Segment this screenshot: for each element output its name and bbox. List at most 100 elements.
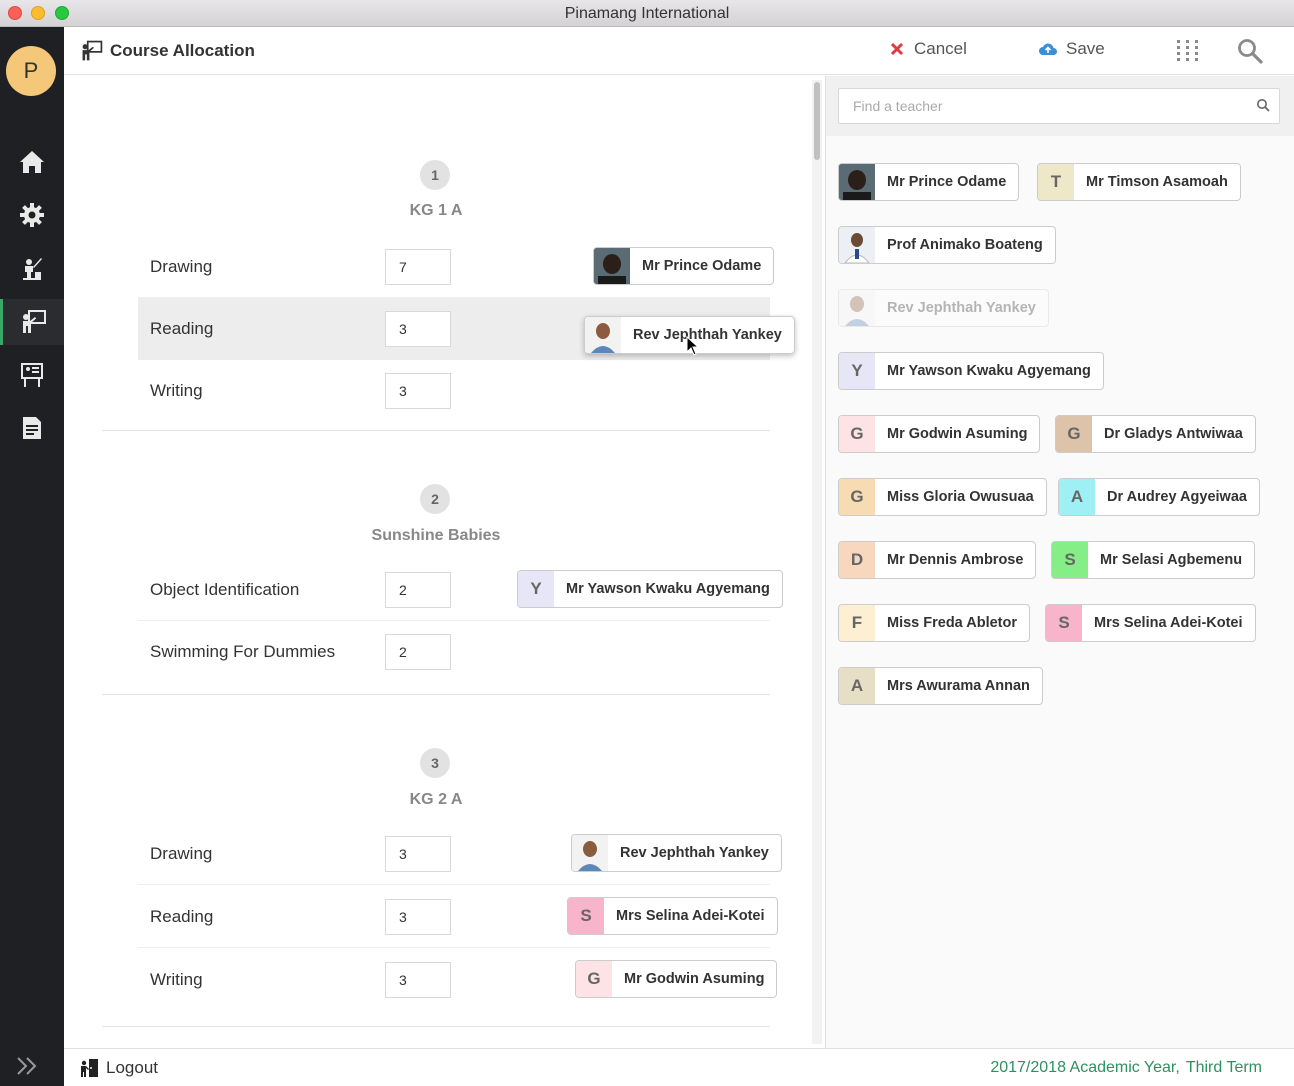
expand-sidebar-icon[interactable] [14, 1054, 42, 1078]
course-name: Reading [150, 907, 214, 926]
teacher-chip[interactable]: T Mr Timson Asamoah [1037, 163, 1241, 201]
page-title: Course Allocation [110, 41, 255, 60]
sidebar-item-settings[interactable] [0, 192, 64, 238]
assigned-teacher-chip[interactable]: Rev Jephthah Yankey [571, 834, 782, 872]
teacher-name: Mr Prince Odame [642, 258, 762, 274]
app-header: Course Allocation Cancel Save [64, 27, 1294, 75]
academic-year: 2017/2018 Academic Year, [990, 1059, 1180, 1076]
teacher-chip[interactable]: A Dr Audrey Agyeiwaa [1058, 478, 1260, 516]
teacher-name: Mr Dennis Ambrose [887, 552, 1024, 568]
teacher-initial: A [1059, 479, 1095, 515]
course-name: Drawing [150, 844, 213, 863]
course-periods-input[interactable]: 2 [385, 572, 451, 608]
teacher-search-input[interactable]: Find a teacher [838, 88, 1280, 124]
assigned-teacher-chip[interactable]: S Mrs Selina Adei-Kotei [567, 897, 778, 935]
teacher-name: Mr Yawson Kwaku Agyemang [887, 363, 1091, 379]
teacher-icon [23, 258, 42, 280]
cloud-upload-icon [1039, 43, 1057, 55]
sidebar-item-board[interactable] [0, 352, 64, 398]
sidebar: P [0, 27, 64, 1086]
teacher-name: Mr Timson Asamoah [1086, 174, 1228, 190]
teacher-chip[interactable]: G Dr Gladys Antwiwaa [1055, 415, 1256, 453]
course-row: Drawing 3 Rev Jephthah Yankey [138, 823, 782, 885]
scrollbar-track[interactable] [812, 80, 822, 1044]
course-periods-input[interactable]: 3 [385, 962, 451, 998]
teacher-chip[interactable]: G Miss Gloria Owusuaa [838, 478, 1047, 516]
course-allocation-icon [21, 310, 46, 333]
course-row: Drawing 7 Mr Prince Odame [138, 236, 775, 298]
scrollbar-thumb[interactable] [814, 82, 820, 160]
teacher-chip[interactable]: D Mr Dennis Ambrose [838, 541, 1037, 579]
teacher-chip[interactable]: S Mrs Selina Adei-Kotei [1045, 604, 1256, 642]
sidebar-item-home[interactable] [0, 139, 64, 185]
sidebar-item-teachers[interactable] [0, 245, 64, 291]
save-button-label: Save [1066, 39, 1105, 58]
teacher-chip[interactable]: Mr Prince Odame [838, 163, 1020, 201]
teacher-name: Mrs Selina Adei-Kotei [616, 908, 765, 924]
academic-term-indicator[interactable]: 2017/2018 Academic Year, Third Term [990, 1059, 1262, 1077]
course-periods-input[interactable]: 2 [385, 634, 451, 670]
cancel-button-label: Cancel [914, 39, 967, 58]
sidebar-item-course-allocation[interactable] [0, 299, 64, 345]
class-number-badge: 3 [420, 748, 450, 778]
teacher-name: Miss Gloria Owusuaa [887, 489, 1034, 505]
save-button[interactable]: Save [1038, 39, 1105, 59]
logout-button[interactable]: Logout [78, 1057, 158, 1079]
avatar[interactable]: P [6, 46, 56, 96]
teacher-name: Mr Prince Odame [887, 174, 1007, 190]
grid-view-icon[interactable] [1174, 37, 1202, 65]
class-number-badge: 1 [420, 160, 450, 190]
teacher-panel: Find a teacher Mr Prince Odame T Mr Tims… [825, 76, 1294, 1048]
teacher-photo [585, 317, 621, 353]
course-name: Writing [150, 970, 203, 989]
group-divider [102, 1026, 770, 1027]
report-icon [23, 417, 41, 439]
academic-term: Third Term [1185, 1059, 1262, 1076]
teacher-initial: S [568, 898, 604, 934]
course-row: Swimming For Dummies 2 [138, 621, 770, 683]
assigned-teacher-chip[interactable]: Mr Prince Odame [593, 247, 775, 285]
course-periods-input[interactable]: 3 [385, 899, 451, 935]
teacher-initial: Y [518, 571, 554, 607]
teacher-name: Dr Audrey Agyeiwaa [1107, 489, 1247, 505]
course-periods-input[interactable]: 3 [385, 836, 451, 872]
teacher-photo [839, 290, 875, 326]
teacher-chip[interactable]: F Miss Freda Abletor [838, 604, 1030, 642]
teacher-name: Mr Selasi Agbemenu [1100, 552, 1243, 568]
course-periods-input[interactable]: 3 [385, 311, 451, 347]
course-periods-input[interactable]: 3 [385, 373, 451, 409]
course-name: Drawing [150, 257, 213, 276]
window-titlebar: Pinamang International [0, 0, 1294, 27]
course-name: Object Identification [150, 580, 300, 599]
teacher-chip[interactable]: Y Mr Yawson Kwaku Agyemang [838, 352, 1104, 390]
teacher-chip[interactable]: Prof Animako Boateng [838, 226, 1056, 264]
assigned-teacher-chip[interactable]: Y Mr Yawson Kwaku Agyemang [517, 570, 783, 608]
course-periods-input[interactable]: 7 [385, 249, 451, 285]
teacher-name: Mrs Selina Adei-Kotei [1094, 615, 1243, 631]
teacher-name: Mrs Awurama Annan [887, 678, 1030, 694]
teacher-initial: G [839, 479, 875, 515]
search-icon [1257, 99, 1270, 112]
teacher-initial: D [839, 542, 875, 578]
teacher-chip[interactable]: S Mr Selasi Agbemenu [1051, 541, 1256, 579]
class-name: KG 1 A [409, 202, 463, 219]
row-divider [138, 947, 770, 948]
teacher-photo [839, 227, 875, 263]
course-name: Writing [150, 381, 203, 400]
teacher-name: Miss Freda Abletor [887, 615, 1017, 631]
assigned-teacher-chip[interactable]: G Mr Godwin Asuming [575, 960, 778, 998]
cancel-button[interactable]: Cancel [890, 39, 967, 59]
search-icon[interactable] [1236, 37, 1264, 65]
sidebar-item-reports[interactable] [0, 405, 64, 451]
group-divider [102, 430, 770, 431]
teacher-initial: S [1052, 542, 1088, 578]
teacher-chip[interactable]: G Mr Godwin Asuming [838, 415, 1041, 453]
teacher-search-bar: Find a teacher [826, 76, 1294, 136]
logout-icon [81, 1059, 98, 1077]
teacher-chip-placeholder[interactable]: Rev Jephthah Yankey [838, 289, 1049, 327]
window-title: Pinamang International [564, 5, 730, 22]
gear-icon [20, 203, 44, 227]
course-allocation-icon [81, 40, 103, 61]
class-group: 3 KG 2 A Drawing 3 Rev Jephthah Yankey R… [102, 748, 782, 1028]
teacher-chip[interactable]: A Mrs Awurama Annan [838, 667, 1043, 705]
